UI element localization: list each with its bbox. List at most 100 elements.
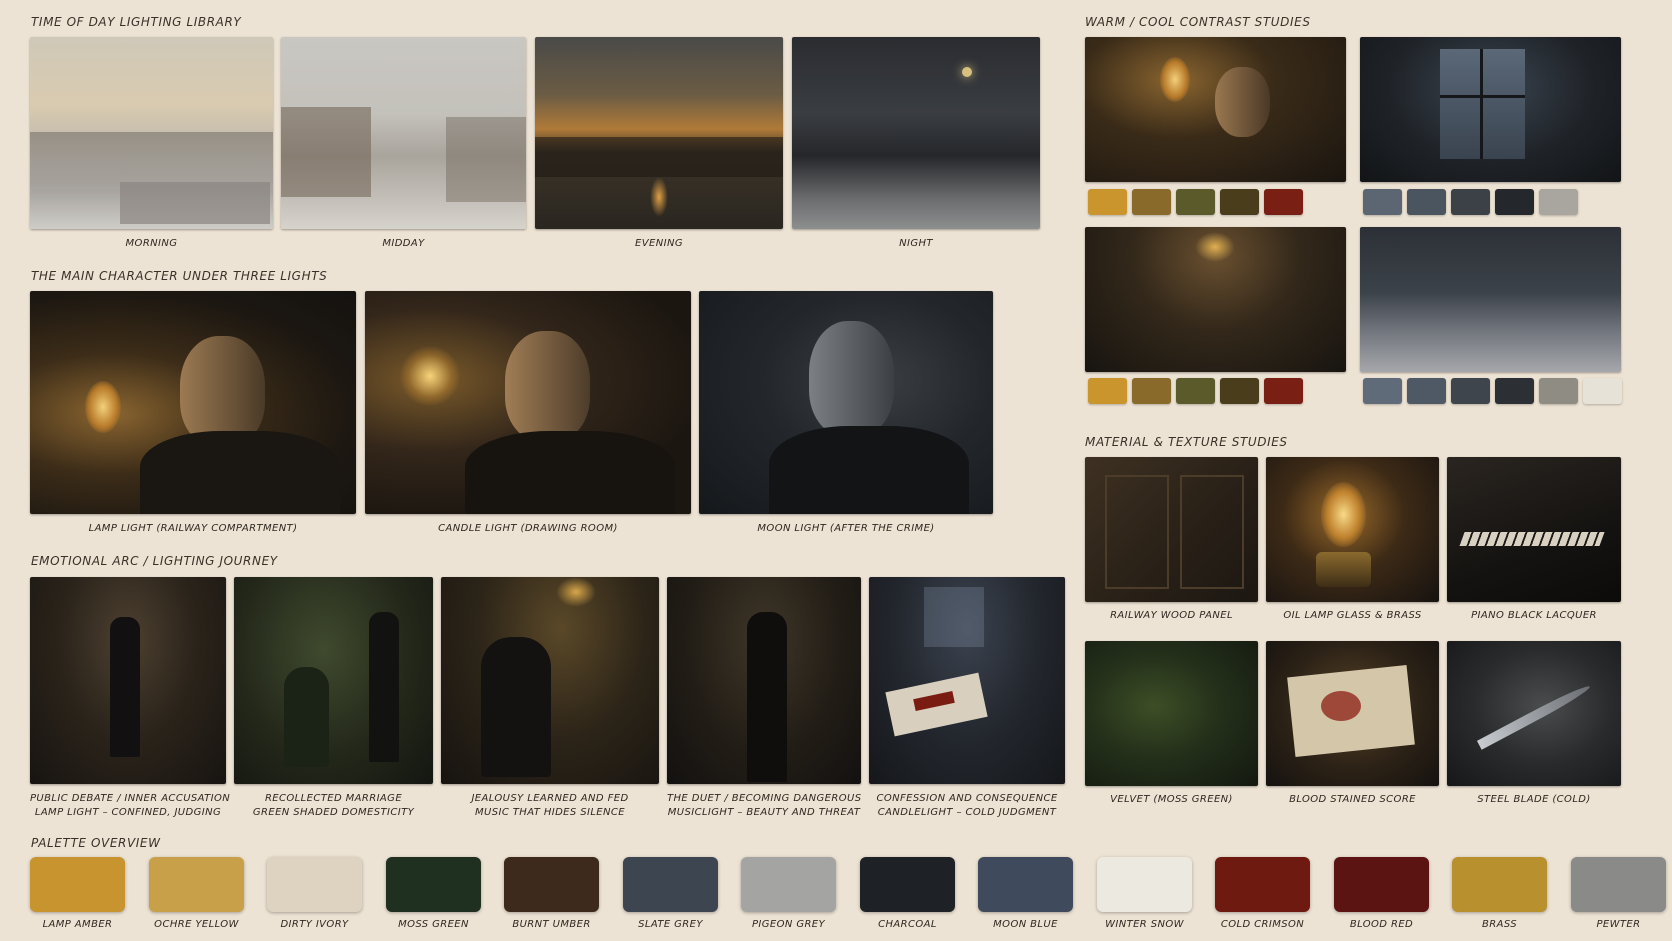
section-title-palette: PALETTE OVERVIEW (31, 836, 161, 850)
contrast-swatch[interactable] (1132, 189, 1171, 215)
material-piano-lacquer-caption: PIANO BLACK LACQUER (1471, 610, 1597, 621)
material-railway-wood-caption: RAILWAY WOOD PANEL (1110, 610, 1233, 621)
arc-caption-confession: CONFESSION AND CONSEQUENCE CANDLELIGHT –… (869, 792, 1065, 820)
palette-swatch[interactable] (741, 857, 836, 912)
contrast-swatch[interactable] (1264, 189, 1303, 215)
contrast-swatch[interactable] (1132, 378, 1171, 404)
palette-swatch-label: MOSS GREEN (398, 919, 469, 930)
lamp-light-portrait[interactable] (30, 291, 356, 514)
material-blood-score[interactable] (1266, 641, 1439, 786)
contrast-swatch[interactable] (1176, 378, 1215, 404)
palette-swatch-label: WINTER SNOW (1105, 919, 1184, 930)
palette-swatch-label: SLATE GREY (638, 919, 703, 930)
palette-swatch-label: PEWTER (1596, 919, 1641, 930)
evening-image[interactable] (535, 37, 783, 229)
candle-light-caption: CANDLE LIGHT (DRAWING ROOM) (438, 523, 618, 534)
material-steel-blade-caption: STEEL BLADE (COLD) (1477, 794, 1591, 805)
palette-swatch[interactable] (30, 857, 125, 912)
contrast-swatch[interactable] (1220, 189, 1259, 215)
contrast-swatch[interactable] (1539, 189, 1578, 215)
contrast-swatch[interactable] (1407, 189, 1446, 215)
arc-scene-confession[interactable] (869, 577, 1065, 784)
palette-swatch-label: OCHRE YELLOW (154, 919, 239, 930)
material-velvet[interactable] (1085, 641, 1258, 786)
material-piano-lacquer[interactable] (1447, 457, 1621, 602)
material-railway-wood[interactable] (1085, 457, 1258, 602)
contrast-swatch[interactable] (1539, 378, 1578, 404)
palette-swatch[interactable] (1334, 857, 1429, 912)
section-title-main-character: THE MAIN CHARACTER UNDER THREE LIGHTS (31, 269, 328, 283)
contrast-swatch[interactable] (1451, 189, 1490, 215)
contrast-swatch[interactable] (1583, 378, 1622, 404)
contrast-swatch[interactable] (1088, 189, 1127, 215)
section-title-time-of-day: TIME OF DAY LIGHTING LIBRARY (31, 15, 242, 29)
contrast-swatch[interactable] (1363, 378, 1402, 404)
warm-study-lamp-portrait[interactable] (1085, 37, 1346, 182)
arc-caption-line1: THE DUET / BECOMING DANGEROUS (667, 793, 862, 804)
contrast-swatch[interactable] (1495, 189, 1534, 215)
morning-image[interactable] (30, 37, 273, 229)
palette-swatch[interactable] (623, 857, 718, 912)
palette-swatch[interactable] (504, 857, 599, 912)
evening-caption: EVENING (635, 238, 683, 249)
contrast-swatch[interactable] (1363, 189, 1402, 215)
arc-caption-line1: PUBLIC DEBATE / INNER ACCUSATION (30, 793, 231, 804)
material-blood-score-caption: BLOOD STAINED SCORE (1289, 794, 1416, 805)
arc-scene-recollected-marriage[interactable] (234, 577, 433, 784)
palette-swatch-label: BRASS (1482, 919, 1517, 930)
arc-caption-duet: THE DUET / BECOMING DANGEROUS MUSICLIGHT… (667, 792, 861, 820)
cool-study-window[interactable] (1360, 37, 1621, 182)
arc-scene-jealousy[interactable] (441, 577, 659, 784)
palette-swatch-label: COLD CRIMSON (1220, 919, 1305, 930)
contrast-swatch[interactable] (1176, 189, 1215, 215)
midday-image[interactable] (281, 37, 526, 229)
section-title-warm-cool: WARM / COOL CONTRAST STUDIES (1085, 15, 1311, 29)
palette-swatch[interactable] (1571, 857, 1666, 912)
moon-light-portrait[interactable] (699, 291, 993, 514)
arc-caption-line2: LAMP LIGHT – CONFINED, JUDGING (34, 807, 222, 818)
warm-study-drawing-room[interactable] (1085, 227, 1346, 372)
night-image[interactable] (792, 37, 1040, 229)
arc-caption-line1: CONFESSION AND CONSEQUENCE (876, 793, 1058, 804)
palette-swatch-label: PIGEON GREY (751, 919, 826, 930)
palette-swatch[interactable] (267, 857, 362, 912)
palette-swatch[interactable] (1215, 857, 1310, 912)
arc-caption-line1: JEALOUSY LEARNED AND FED (471, 793, 629, 804)
material-oil-lamp[interactable] (1266, 457, 1439, 602)
arc-caption-line2: MUSICLIGHT – BEAUTY AND THREAT (667, 807, 861, 818)
arc-caption-line2: GREEN SHADED DOMESTICITY (252, 807, 415, 818)
material-velvet-caption: VELVET (MOSS GREEN) (1110, 794, 1233, 805)
candle-light-portrait[interactable] (365, 291, 691, 514)
palette-swatch-label: DIRTY IVORY (280, 919, 349, 930)
material-oil-lamp-caption: OIL LAMP GLASS & BRASS (1283, 610, 1422, 621)
lamp-light-caption: LAMP LIGHT (RAILWAY COMPARTMENT) (88, 523, 298, 534)
arc-scene-duet[interactable] (667, 577, 861, 784)
palette-swatch[interactable] (386, 857, 481, 912)
palette-swatch[interactable] (1452, 857, 1547, 912)
palette-swatch-label: BURNT UMBER (512, 919, 591, 930)
palette-swatch-label: LAMP AMBER (42, 919, 113, 930)
palette-swatch[interactable] (860, 857, 955, 912)
arc-caption-line1: RECOLLECTED MARRIAGE (264, 793, 403, 804)
palette-swatch[interactable] (978, 857, 1073, 912)
contrast-swatch[interactable] (1088, 378, 1127, 404)
section-title-emotional-arc: EMOTIONAL ARC / LIGHTING JOURNEY (31, 554, 278, 568)
contrast-swatch[interactable] (1264, 378, 1303, 404)
arc-caption-recollected-marriage: RECOLLECTED MARRIAGE GREEN SHADED DOMEST… (234, 792, 433, 820)
contrast-swatch[interactable] (1407, 378, 1446, 404)
contrast-swatch[interactable] (1495, 378, 1534, 404)
arc-caption-public-debate: PUBLIC DEBATE / INNER ACCUSATION LAMP LI… (30, 792, 231, 820)
arc-scene-public-debate[interactable] (30, 577, 226, 784)
palette-swatch[interactable] (149, 857, 244, 912)
cool-study-winter-night[interactable] (1360, 227, 1621, 372)
arc-caption-line2: CANDLELIGHT – COLD JUDGMENT (877, 807, 1057, 818)
palette-swatch[interactable] (1097, 857, 1192, 912)
contrast-swatch[interactable] (1220, 378, 1259, 404)
material-steel-blade[interactable] (1447, 641, 1621, 786)
palette-swatch-label: CHARCOAL (878, 919, 937, 930)
morning-caption: MORNING (125, 238, 178, 249)
contrast-swatch[interactable] (1451, 378, 1490, 404)
section-title-material: MATERIAL & TEXTURE STUDIES (1085, 435, 1288, 449)
palette-swatch-label: BLOOD RED (1349, 919, 1414, 930)
moon-light-caption: MOON LIGHT (AFTER THE CRIME) (757, 523, 935, 534)
